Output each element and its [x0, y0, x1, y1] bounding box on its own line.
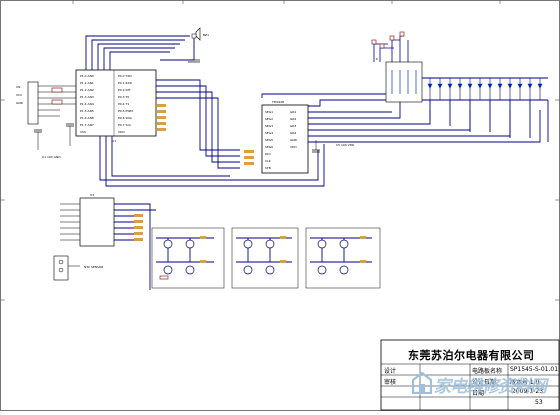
svg-text:VCC: VCC	[16, 93, 22, 97]
svg-text:P1.7 AN7: P1.7 AN7	[80, 123, 94, 127]
svg-text:SEG1: SEG1	[265, 110, 273, 114]
svg-text:NTC SENSOR: NTC SENSOR	[84, 265, 103, 269]
svg-text:GR2: GR2	[290, 117, 296, 121]
svg-text:P0.6 SDA: P0.6 SDA	[118, 116, 133, 120]
svg-text:P1.6 AN6: P1.6 AN6	[80, 116, 94, 120]
svg-text:GND: GND	[290, 138, 298, 142]
watermark: 家电维修资料网	[412, 368, 552, 400]
svg-text:VSS: VSS	[80, 130, 86, 134]
svg-text:P0.5 PWM: P0.5 PWM	[118, 109, 133, 113]
title-block-page-code: 53	[535, 399, 543, 406]
title-block-review-label: 审核	[384, 379, 397, 386]
svg-text:STB: STB	[265, 166, 271, 170]
svg-text:P1.2 AN2: P1.2 AN2	[80, 88, 94, 92]
svg-text:U3: U3	[90, 193, 94, 197]
schematic-sheet: P1.0 AN0 P1.1 AN1 P1.2 AN2 P1.3 AN3 P1.4 AN…	[0, 0, 560, 411]
svg-text:GR4: GR4	[290, 131, 296, 135]
svg-text:P1.3 AN3: P1.3 AN3	[80, 95, 94, 99]
svg-text:C5 104 VDD: C5 104 VDD	[336, 143, 355, 147]
svg-text:CN: CN	[16, 85, 20, 89]
svg-text:VDD: VDD	[290, 145, 297, 149]
svg-text:P1.1 AN1: P1.1 AN1	[80, 81, 94, 85]
svg-text:P0.0 TXD: P0.0 TXD	[118, 74, 132, 78]
svg-text:TM1628: TM1628	[271, 100, 284, 104]
svg-text:P0.4 T1: P0.4 T1	[118, 102, 129, 106]
svg-text:U1: U1	[112, 139, 116, 143]
svg-text:DIO: DIO	[265, 152, 271, 156]
mcu-ic: P1.0 AN0 P1.1 AN1 P1.2 AN2 P1.3 AN3 P1.4 AN…	[75, 69, 157, 137]
svg-text:BZ1: BZ1	[203, 33, 209, 37]
title-block-design-label: 设计	[384, 368, 397, 375]
svg-text:SEG2: SEG2	[265, 117, 273, 121]
svg-text:P0.7 SCL: P0.7 SCL	[118, 123, 132, 127]
title-block-company: 东莞苏泊尔电器有限公司	[408, 349, 535, 362]
svg-text:P1.4 AN4: P1.4 AN4	[80, 102, 94, 106]
watermark-text: 家电维修资料网	[434, 377, 547, 397]
svg-text:SEG6: SEG6	[265, 145, 273, 149]
svg-text:SEG4: SEG4	[265, 131, 273, 135]
svg-text:P1.5 AN5: P1.5 AN5	[80, 109, 94, 113]
watermark-logo-icon	[412, 372, 432, 394]
svg-text:GND: GND	[16, 101, 24, 105]
svg-text:SEG3: SEG3	[265, 124, 273, 128]
svg-text:P0.2 INT: P0.2 INT	[118, 88, 131, 92]
svg-text:VDD: VDD	[118, 130, 125, 134]
svg-text:P0.3 T0: P0.3 T0	[118, 95, 129, 99]
svg-text:GR1: GR1	[290, 110, 296, 114]
svg-text:P0.1 RXD: P0.1 RXD	[118, 81, 133, 85]
svg-text:P1.0 AN0: P1.0 AN0	[80, 74, 94, 78]
svg-text:SEG5: SEG5	[265, 138, 273, 142]
svg-text:C1 104 GND: C1 104 GND	[42, 155, 61, 159]
svg-text:GR3: GR3	[290, 124, 296, 128]
